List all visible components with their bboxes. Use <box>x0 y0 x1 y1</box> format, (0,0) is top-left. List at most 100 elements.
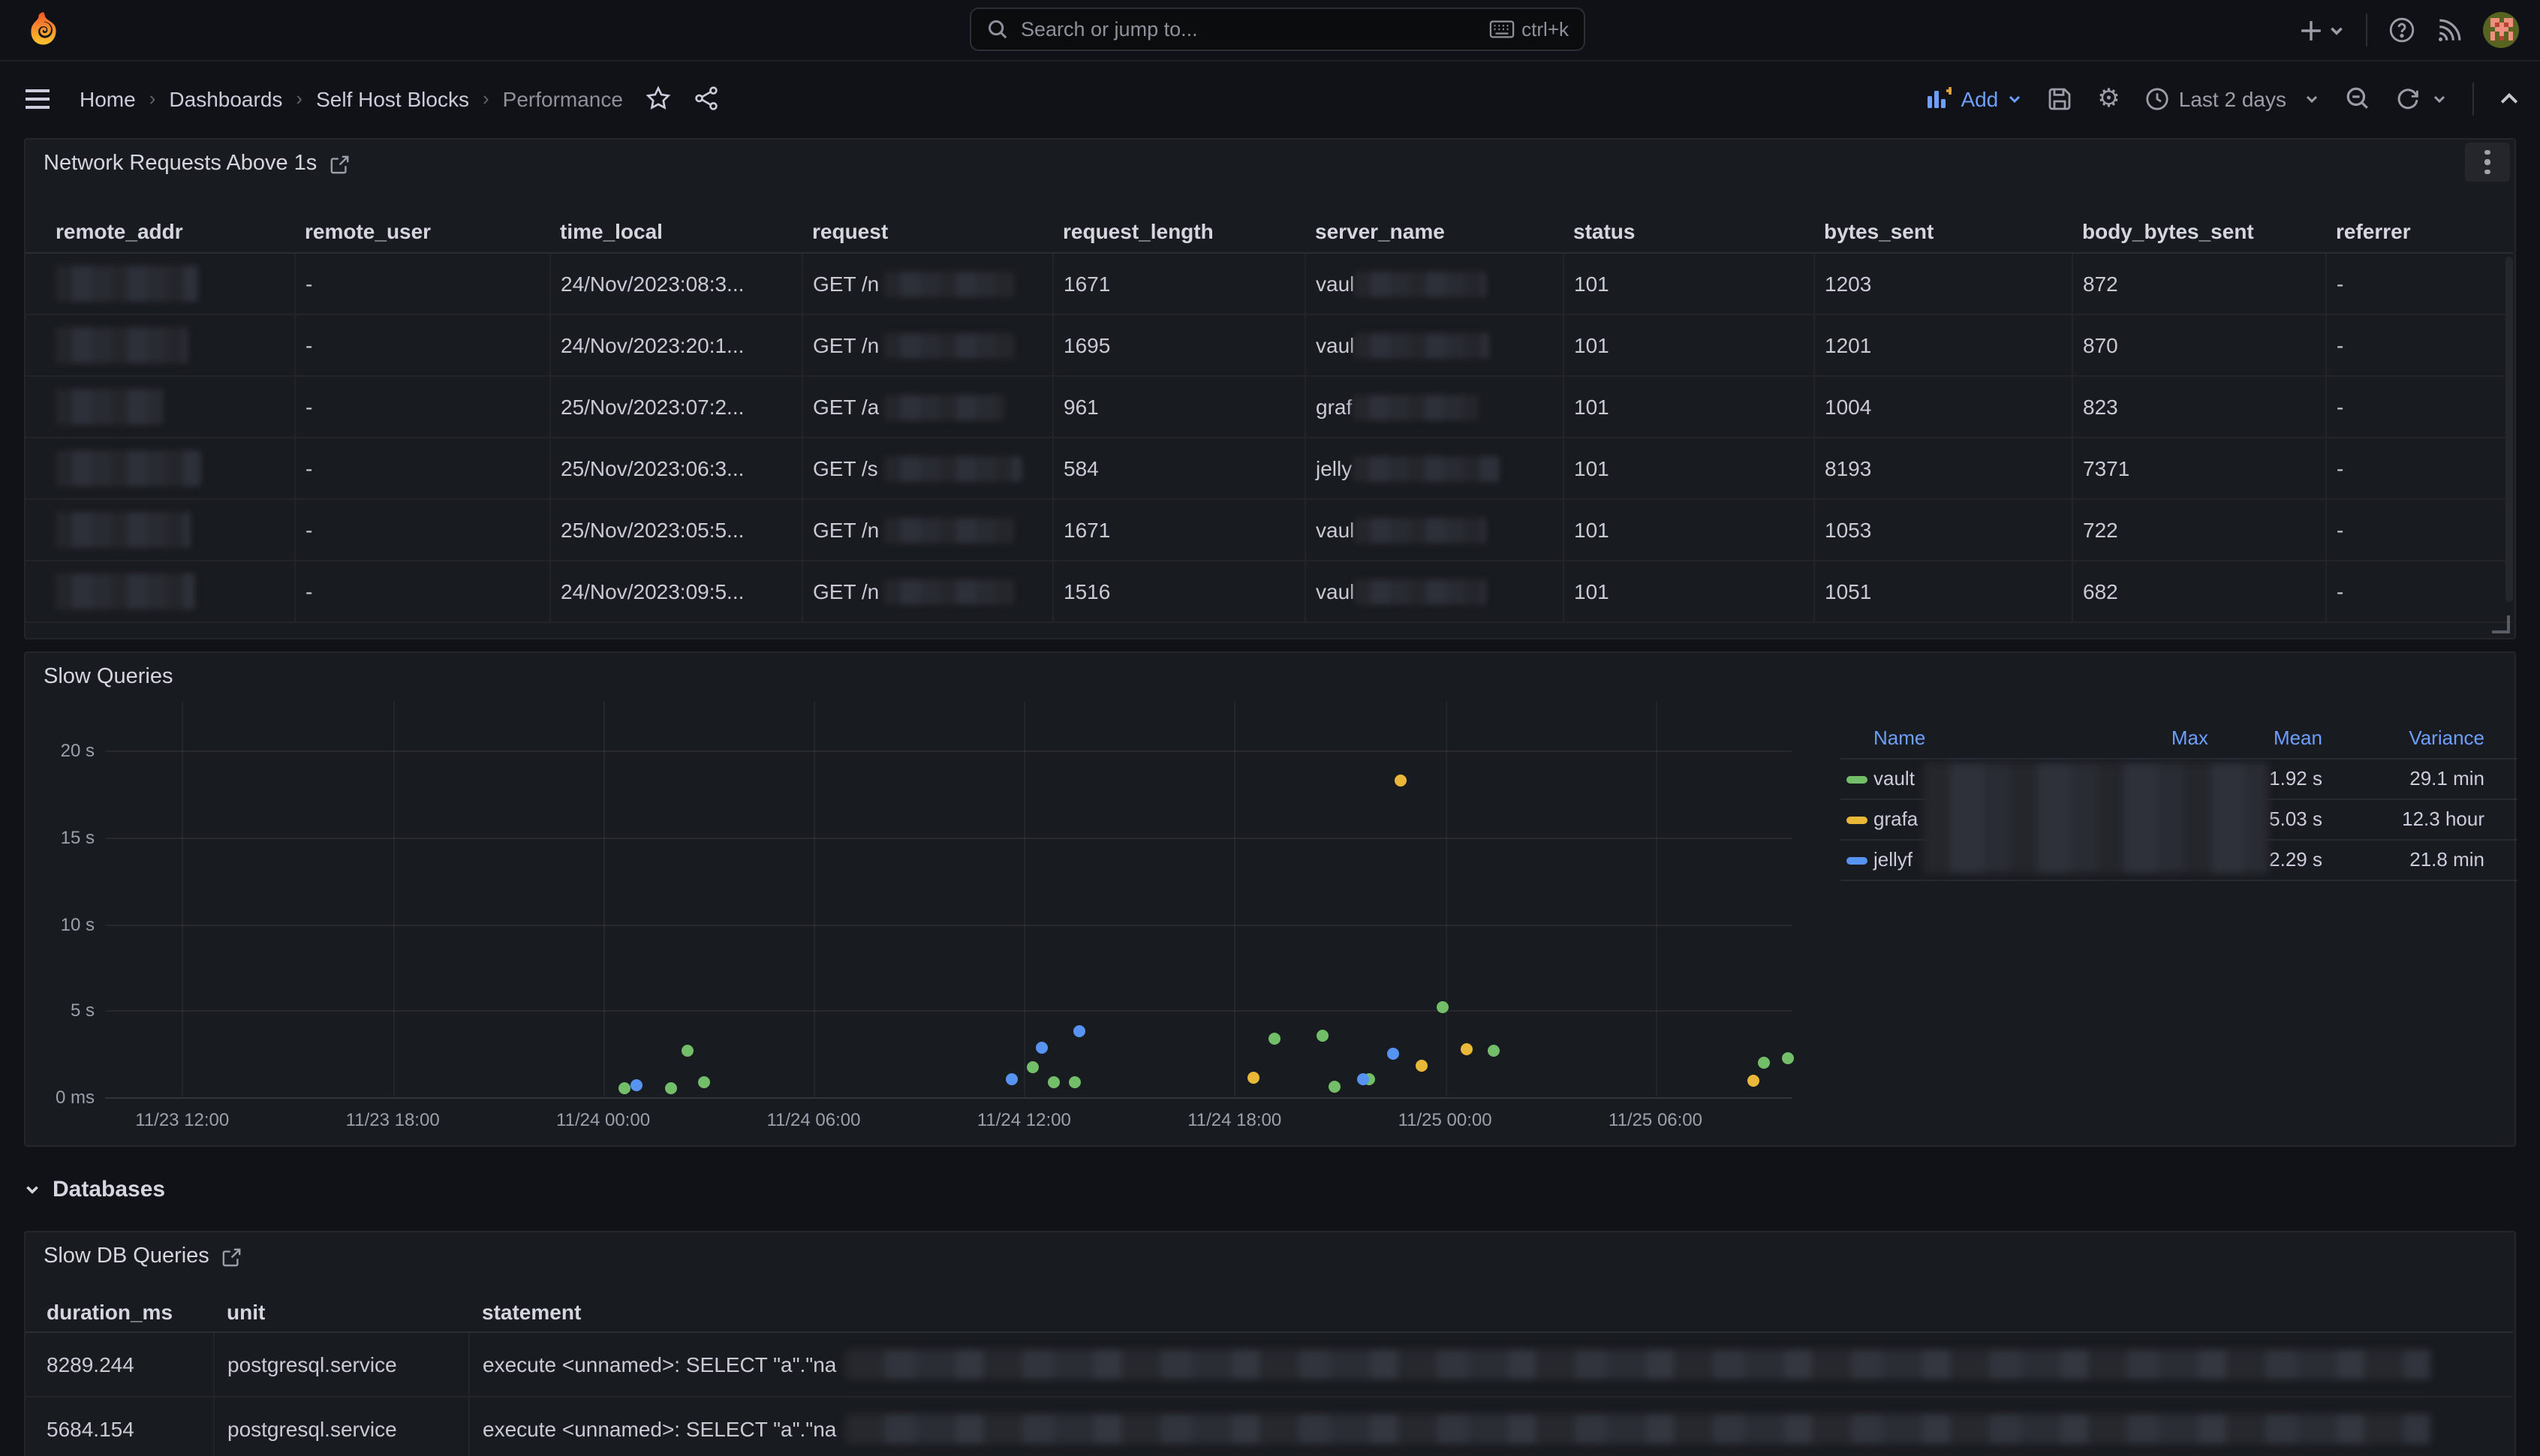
redacted-text <box>56 266 198 302</box>
star-favorite-icon[interactable] <box>646 86 671 111</box>
help-icon[interactable] <box>2388 17 2415 44</box>
redacted-statement <box>845 1414 2430 1444</box>
scatter-point-grafana[interactable] <box>1415 1060 1427 1072</box>
redacted-text <box>1354 517 1486 543</box>
gridline-vertical <box>393 701 394 1097</box>
legend-header-mean[interactable]: Mean <box>2274 726 2322 749</box>
scatter-point-jellyfin[interactable] <box>630 1079 643 1091</box>
redacted-text <box>885 579 1014 604</box>
scatter-point-grafana[interactable] <box>1747 1074 1759 1086</box>
column-header-request[interactable]: request <box>802 209 1052 253</box>
scatter-point-vault[interactable] <box>1317 1030 1329 1042</box>
breadcrumb-item-self-host-blocks[interactable]: Self Host Blocks <box>316 86 469 110</box>
table-scrollbar[interactable] <box>2505 257 2513 602</box>
column-header-referrer[interactable]: referrer <box>2325 209 2513 253</box>
legend-header-max[interactable]: Max <box>2171 726 2208 749</box>
column-header-time_local[interactable]: time_local <box>549 209 802 253</box>
panel-menu-kebab-icon[interactable] <box>2465 143 2510 182</box>
news-rss-icon[interactable] <box>2436 17 2462 43</box>
scatter-point-vault[interactable] <box>618 1082 630 1094</box>
table-row: 5684.154postgresql.serviceexecute <unnam… <box>26 1397 2513 1456</box>
table-header-row: remote_addrremote_usertime_localrequestr… <box>26 209 2513 253</box>
scatter-point-vault[interactable] <box>1488 1044 1500 1056</box>
legend-header-variance[interactable]: Variance <box>2409 726 2484 749</box>
scatter-point-vault[interactable] <box>1782 1052 1794 1064</box>
zoom-out-time-icon[interactable] <box>2345 86 2370 111</box>
column-header-remote_user[interactable]: remote_user <box>294 209 549 253</box>
save-dashboard-button[interactable] <box>2048 86 2072 110</box>
scatter-point-vault[interactable] <box>682 1044 694 1056</box>
scatter-point-vault[interactable] <box>1049 1076 1061 1088</box>
column-header-duration_ms[interactable]: duration_ms <box>26 1292 213 1332</box>
y-axis-tick-label: 10 s <box>35 913 95 934</box>
scatter-point-vault[interactable] <box>1027 1062 1039 1074</box>
redacted-text <box>56 512 191 548</box>
topbar-right-actions <box>2300 0 2519 60</box>
add-panel-button[interactable]: Add <box>1926 86 2022 110</box>
panel-resize-handle[interactable] <box>2492 615 2510 633</box>
scatter-point-vault[interactable] <box>666 1081 678 1094</box>
column-header-unit[interactable]: unit <box>213 1292 468 1332</box>
new-item-button[interactable] <box>2300 19 2345 41</box>
scatter-point-vault[interactable] <box>1069 1076 1081 1088</box>
column-header-body_bytes_sent[interactable]: body_bytes_sent <box>2072 209 2325 253</box>
column-header-bytes_sent[interactable]: bytes_sent <box>1813 209 2072 253</box>
top-navbar: Search or jump to... ctrl+k <box>0 0 2540 62</box>
share-icon[interactable] <box>694 86 719 111</box>
column-header-server_name[interactable]: server_name <box>1305 209 1563 253</box>
gridline-horizontal <box>105 1097 1792 1099</box>
external-link-icon[interactable] <box>330 154 350 173</box>
row-section-databases[interactable]: Databases <box>24 1171 165 1207</box>
scatter-point-jellyfin[interactable] <box>1007 1074 1019 1086</box>
scatter-point-jellyfin[interactable] <box>1073 1025 1085 1037</box>
redacted-text <box>883 456 1022 481</box>
grafana-logo-icon[interactable] <box>24 11 63 50</box>
breadcrumb-item-performance: Performance <box>503 86 623 110</box>
panel-network-requests: Network Requests Above 1s remote_addrrem… <box>24 138 2516 639</box>
column-header-status[interactable]: status <box>1563 209 1813 253</box>
redacted-statement <box>845 1349 2430 1379</box>
scatter-point-jellyfin[interactable] <box>1037 1042 1049 1054</box>
redacted-text <box>1352 456 1499 481</box>
column-header-request_length[interactable]: request_length <box>1052 209 1305 253</box>
user-avatar[interactable] <box>2483 12 2519 48</box>
legend-series-name[interactable]: grafa <box>1873 808 1918 830</box>
gridline-vertical <box>1656 701 1657 1097</box>
scatter-point-vault[interactable] <box>1268 1033 1281 1045</box>
search-input[interactable]: Search or jump to... ctrl+k <box>970 8 1585 51</box>
time-range-picker[interactable]: Last 2 days <box>2146 86 2319 110</box>
breadcrumb-item-home[interactable]: Home <box>80 86 136 110</box>
refresh-button[interactable] <box>2396 86 2447 110</box>
x-axis-tick-label: 11/24 12:00 <box>956 1109 1091 1130</box>
column-header-remote_addr[interactable]: remote_addr <box>26 209 294 253</box>
redacted-legend-names <box>1923 763 2268 874</box>
chevron-down-icon <box>2432 91 2447 106</box>
redacted-text <box>56 573 195 609</box>
gridline-vertical <box>1445 701 1446 1097</box>
panel-title[interactable]: Network Requests Above 1s <box>44 152 350 176</box>
breadcrumb-separator: › <box>296 87 302 110</box>
legend-header-name[interactable]: Name <box>1873 726 1925 749</box>
legend-series-name[interactable]: vault <box>1873 767 1915 790</box>
panel-title[interactable]: Slow DB Queries <box>44 1244 242 1268</box>
legend-header-row: Name Max Mean Variance <box>1840 719 2517 760</box>
menu-hamburger-icon[interactable] <box>24 88 51 109</box>
external-link-icon[interactable] <box>223 1247 242 1266</box>
scatter-point-jellyfin[interactable] <box>1388 1047 1400 1059</box>
scatter-point-vault[interactable] <box>1758 1057 1770 1069</box>
dashboard-settings-gear-icon[interactable]: ⚙ <box>2097 83 2120 113</box>
scatter-point-grafana[interactable] <box>1247 1072 1259 1084</box>
gridline-horizontal <box>105 1011 1792 1012</box>
legend-series-name[interactable]: jellyf <box>1873 848 1913 871</box>
scatter-point-vault[interactable] <box>1329 1081 1341 1094</box>
scatter-point-grafana[interactable] <box>1394 775 1406 787</box>
series-color-pill <box>1846 857 1867 865</box>
scatter-point-grafana[interactable] <box>1461 1043 1473 1055</box>
search-icon <box>986 18 1009 41</box>
clock-icon <box>2146 86 2170 110</box>
collapse-topbar-caret-icon[interactable] <box>2499 92 2519 105</box>
redacted-text <box>885 271 1014 296</box>
scatter-point-vault[interactable] <box>698 1076 710 1088</box>
breadcrumb-item-dashboards[interactable]: Dashboards <box>169 86 282 110</box>
column-header-statement[interactable]: statement <box>468 1292 2513 1332</box>
